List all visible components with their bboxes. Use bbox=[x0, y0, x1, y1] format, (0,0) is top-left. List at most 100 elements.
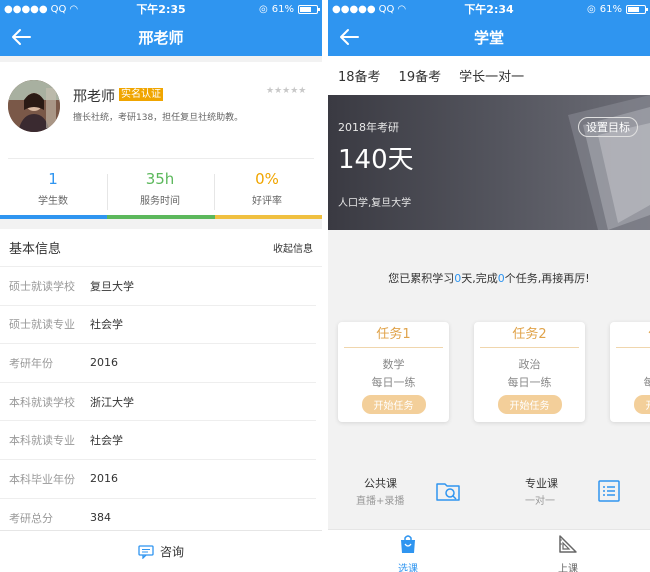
course-name: 专业课 bbox=[525, 477, 558, 490]
stat-rating: 0% 好评率 bbox=[214, 170, 320, 207]
info-row: 本科毕业年份 2016 bbox=[0, 460, 316, 499]
teacher-description: 擅长社统，考研138，担任复旦社统助教。 bbox=[73, 113, 244, 123]
tab-attend-class[interactable]: 上课 bbox=[538, 533, 598, 572]
battery-icon bbox=[298, 4, 320, 14]
status-bar: ●●●●● QQ ◠ 下午2:35 ◎ 61% bbox=[0, 0, 322, 18]
info-key: 本科就读专业 bbox=[9, 434, 75, 448]
task-subject: 政治 bbox=[518, 358, 541, 371]
stat-service-time: 35h 服务时间 bbox=[107, 170, 213, 207]
nav-bar: 邢老师 bbox=[0, 18, 322, 56]
info-key: 本科就读学校 bbox=[9, 395, 75, 409]
set-goal-button[interactable]: 设置目标 bbox=[578, 117, 638, 137]
task-subject: 英语 bbox=[610, 356, 650, 372]
info-value: 复旦大学 bbox=[90, 279, 134, 293]
back-arrow-icon[interactable] bbox=[10, 26, 32, 48]
back-arrow-icon[interactable] bbox=[338, 26, 360, 48]
major-course-entry[interactable]: 专业课 一对一 bbox=[489, 463, 650, 529]
info-key: 硕士就读专业 bbox=[9, 318, 75, 332]
tab-19[interactable]: 19备考 bbox=[399, 66, 442, 85]
progress-mid: 天,完成 bbox=[461, 272, 498, 285]
target-school: 人口学,复旦大学 bbox=[338, 198, 412, 209]
info-row: 硕士就读学校 复旦大学 bbox=[0, 267, 316, 306]
task-card[interactable]: 任务3 英语 每日一练 开始任务 bbox=[610, 322, 650, 422]
task-frequency: 每日一练 bbox=[507, 376, 552, 389]
status-bar: ●●●●● QQ ◠ 下午2:34 ◎ 61% bbox=[328, 0, 650, 18]
info-row: 考研年份 2016 bbox=[0, 344, 316, 383]
tab-senior-one-on-one[interactable]: 学长一对一 bbox=[459, 66, 524, 85]
stat-value: 1 bbox=[48, 170, 58, 188]
tab-label: 上课 bbox=[558, 564, 578, 572]
avatar[interactable] bbox=[8, 80, 60, 132]
progress-suffix: 个任务,再接再厉! bbox=[504, 272, 590, 285]
consult-button[interactable]: 咨询 bbox=[0, 530, 322, 572]
collapse-info-button[interactable]: 收起信息 bbox=[273, 240, 313, 255]
tab-label: 选课 bbox=[398, 564, 418, 572]
rating-stars: ★★★★★ bbox=[266, 86, 307, 96]
book-illustration bbox=[568, 95, 650, 230]
bottom-tab-bar: 选课 上课 bbox=[328, 529, 650, 572]
course-name: 公共课 bbox=[364, 477, 397, 490]
stat-label: 好评率 bbox=[252, 196, 282, 207]
progress-tasks: 0 bbox=[497, 272, 505, 285]
tab-select-course[interactable]: 选课 bbox=[378, 533, 438, 572]
countdown-banner: 2018年考研 140天 设置目标 人口学,复旦大学 bbox=[328, 95, 650, 230]
task-title: 任务3 bbox=[616, 322, 650, 348]
stat-label: 服务时间 bbox=[140, 196, 180, 207]
stat-students: 1 学生数 bbox=[0, 170, 106, 207]
task-title: 任务1 bbox=[344, 322, 443, 348]
status-time: 下午2:34 bbox=[464, 3, 514, 16]
course-entries: 公共课 直播+录播 专业课 一对一 bbox=[328, 463, 650, 529]
section-title: 基本信息 bbox=[9, 242, 62, 257]
task-subject: 数学 bbox=[382, 358, 405, 371]
info-row: 本科就读专业 社会学 bbox=[0, 421, 316, 460]
stat-value: 0% bbox=[255, 170, 279, 188]
tab-18[interactable]: 18备考 bbox=[338, 66, 381, 85]
status-time: 下午2:35 bbox=[136, 3, 186, 16]
verified-badge: 实名认证 bbox=[119, 88, 163, 101]
info-value: 384 bbox=[90, 511, 111, 525]
task-card[interactable]: 任务2 政治 每日一练 开始任务 bbox=[474, 322, 585, 422]
public-course-entry[interactable]: 公共课 直播+录播 bbox=[328, 463, 489, 529]
start-task-button[interactable]: 开始任务 bbox=[633, 395, 650, 414]
profile-card: 邢老师 实名认证 ★★★★★ 擅长社统，考研138，担任复旦社统助教。 1 学生… bbox=[0, 62, 322, 219]
task-card[interactable]: 任务1 数学 每日一练 开始任务 bbox=[338, 322, 449, 422]
start-task-button[interactable]: 开始任务 bbox=[361, 395, 426, 414]
divider bbox=[8, 158, 314, 159]
info-row: 硕士就读专业 社会学 bbox=[0, 306, 316, 345]
task-frequency: 每日一练 bbox=[371, 376, 416, 389]
nav-bar: 学堂 bbox=[328, 18, 650, 56]
triangle-ruler-icon bbox=[559, 535, 577, 553]
info-key: 考研总分 bbox=[9, 511, 53, 525]
task-frequency: 每日一练 bbox=[643, 376, 650, 389]
info-value: 2016 bbox=[90, 472, 118, 486]
info-value: 社会学 bbox=[90, 318, 123, 332]
study-progress: 您已累积学习0天,完成0个任务,再接再厉! bbox=[328, 270, 650, 286]
exam-tabs: 18备考 19备考 学长一对一 bbox=[328, 56, 650, 95]
study-hall-screen: ●●●●● QQ ◠ 下午2:34 ◎ 61% 学堂 18备考 19备考 学长一… bbox=[328, 0, 650, 572]
course-subtitle: 直播+录播 bbox=[356, 496, 405, 507]
start-task-button[interactable]: 开始任务 bbox=[497, 395, 562, 414]
info-key: 硕士就读学校 bbox=[9, 279, 75, 293]
consult-label: 咨询 bbox=[159, 545, 184, 559]
battery-icon bbox=[626, 4, 648, 14]
info-value: 社会学 bbox=[90, 434, 123, 448]
info-value: 2016 bbox=[90, 356, 118, 370]
stat-value: 35h bbox=[145, 170, 175, 188]
basic-info-section: 基本信息 收起信息 硕士就读学校 复旦大学 硕士就读专业 社会学 考研年份 2016 … bbox=[0, 229, 322, 537]
info-key: 本科毕业年份 bbox=[9, 472, 75, 486]
teacher-profile-screen: ●●●●● QQ ◠ 下午2:35 ◎ 61% 邢老师 邢老师 实名认证 ★★★… bbox=[0, 0, 322, 572]
exam-year: 2018年考研 bbox=[338, 121, 399, 134]
stat-label: 学生数 bbox=[38, 196, 68, 207]
course-subtitle: 一对一 bbox=[525, 496, 555, 507]
page-title: 邢老师 bbox=[138, 28, 184, 47]
progress-prefix: 您已累积学习 bbox=[388, 272, 455, 285]
list-document-icon bbox=[598, 480, 620, 502]
shopping-bag-icon bbox=[401, 535, 415, 553]
basic-info-header: 基本信息 收起信息 bbox=[0, 229, 322, 267]
folder-search-icon bbox=[436, 483, 460, 501]
info-value: 浙江大学 bbox=[90, 395, 134, 409]
task-cards: 任务1 数学 每日一练 开始任务 任务2 政治 每日一练 开始任务 任务3 英语… bbox=[328, 322, 650, 422]
page-title: 学堂 bbox=[473, 28, 504, 47]
chat-icon bbox=[138, 544, 154, 559]
task-title: 任务2 bbox=[480, 322, 579, 348]
